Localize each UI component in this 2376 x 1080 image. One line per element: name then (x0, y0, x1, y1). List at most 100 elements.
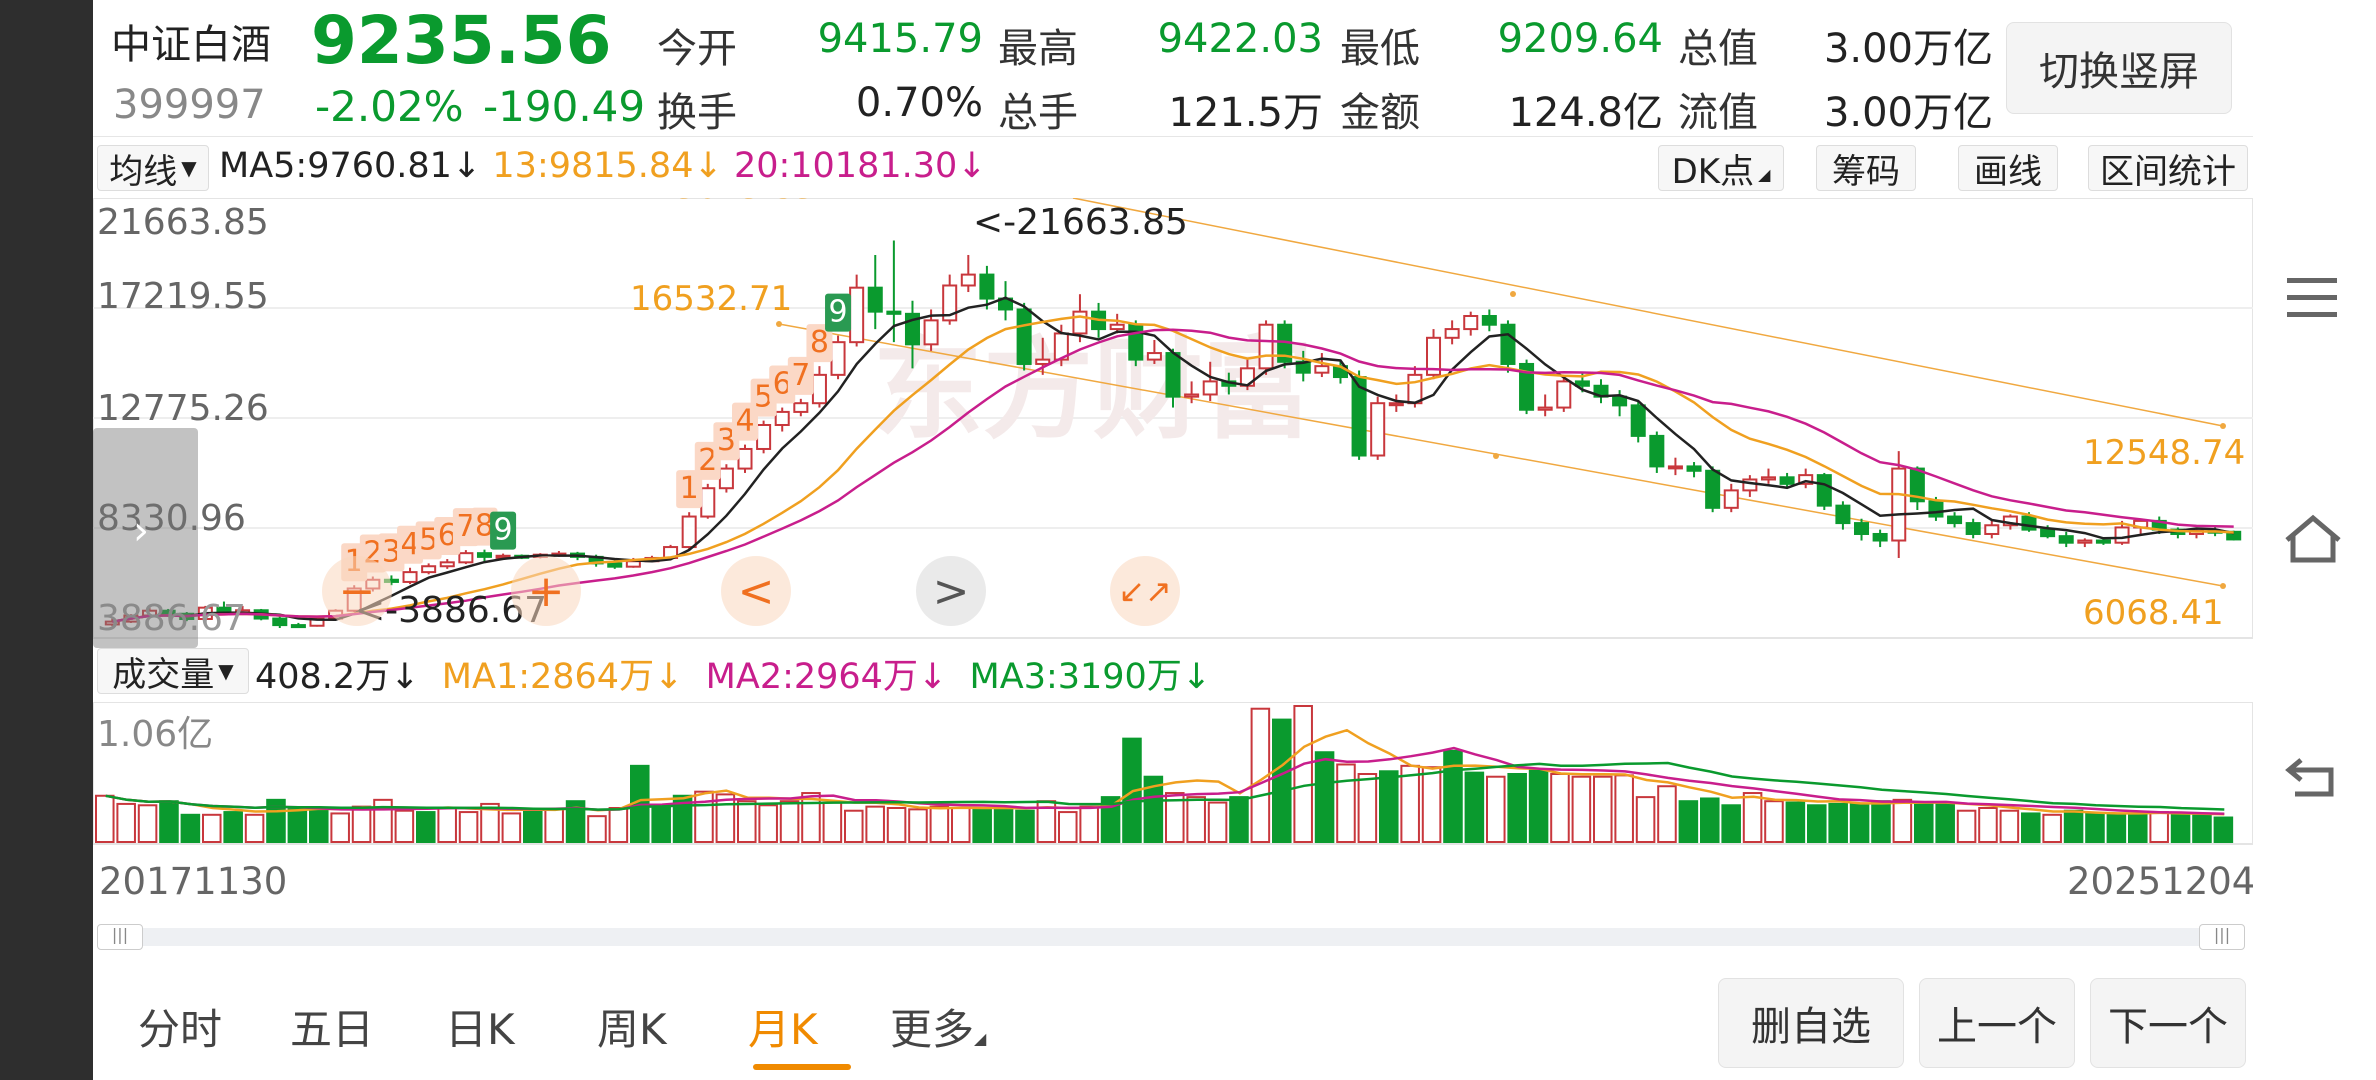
candle (1909, 466, 1925, 511)
candle (1630, 401, 1646, 443)
volume-bar (1593, 775, 1613, 843)
shrink-control[interactable]: ↙↗ (1110, 556, 1180, 626)
volume-bar (1914, 802, 1934, 843)
tab-more[interactable]: 更多◢ (890, 996, 986, 1057)
candle (1667, 457, 1683, 476)
td-number: 7 (791, 358, 810, 393)
volume-selector[interactable]: 成交量 ▼ (97, 648, 249, 695)
switch-portrait-button[interactable]: 切换竖屏 (2006, 22, 2232, 114)
range-stats-button[interactable]: 区间统计 (2088, 145, 2248, 192)
candle (700, 483, 716, 519)
tab-monthly-k[interactable]: 月K (748, 996, 818, 1057)
back-icon[interactable] (2285, 754, 2341, 800)
range-scrollbar[interactable]: ||| ||| (97, 924, 2245, 950)
ma13-value: 13:9815.84 (492, 146, 694, 186)
collapse-control[interactable]: − (322, 556, 392, 626)
candle (1351, 370, 1367, 460)
candle (681, 512, 697, 550)
volume-bar (1807, 804, 1827, 843)
candle (1537, 394, 1553, 417)
volume-bar (1849, 802, 1870, 843)
volume-bar (394, 809, 415, 844)
tab-weekly-k[interactable]: 周K (597, 996, 667, 1057)
volume-ma2: MA2:2964万 (705, 657, 918, 697)
channel-label-left: 16532.71 (630, 279, 792, 319)
open-label: 今开 (657, 26, 737, 72)
candle (830, 335, 846, 380)
candle (1370, 396, 1386, 460)
candle (1444, 320, 1460, 345)
left-system-bar (0, 0, 93, 1080)
volume-bar (865, 805, 885, 843)
chevron-right-icon: › (133, 508, 149, 554)
low-label: 最低 (1340, 26, 1420, 72)
volume-bar (437, 807, 457, 843)
cropped-top-label: 23613.83 (653, 198, 815, 207)
volume-bar (1657, 785, 1677, 843)
plus-icon: + (527, 565, 565, 617)
volume-y-label: 1.06亿 (97, 714, 213, 755)
volume-bar (1892, 798, 1913, 843)
volume-bar (2106, 813, 2127, 844)
volume-ma-lines (105, 728, 2225, 816)
dk-point-label: DK点 (1671, 151, 1755, 192)
volume-bar (1293, 705, 1313, 843)
dk-point-button[interactable]: DK点 ◢ (1658, 145, 1784, 192)
volume-bar (1207, 801, 1228, 843)
ma-selector[interactable]: 均线 ▼ (97, 145, 209, 192)
candle (1500, 320, 1516, 373)
candle (1686, 462, 1702, 478)
previous-button[interactable]: 上一个 (1919, 978, 2075, 1068)
volume-bar (972, 807, 992, 843)
draw-line-button[interactable]: 画线 (1958, 145, 2058, 192)
td-number: 9 (494, 513, 513, 548)
volume-bar (1400, 764, 1420, 844)
td-marker: 7 (787, 356, 814, 395)
volume-chart[interactable]: 1.06亿 (93, 702, 2253, 846)
volume-bar (309, 807, 329, 843)
volume-bar (1678, 800, 1699, 843)
home-icon[interactable] (2283, 514, 2343, 564)
stock-code: 399997 (113, 82, 266, 128)
candle (867, 254, 883, 330)
td-marker: 9 (825, 293, 852, 332)
amount-value: 124.8亿 (1508, 90, 1663, 136)
volume-bar (2192, 813, 2212, 844)
remove-watchlist-button[interactable]: 删自选 (1718, 978, 1904, 1068)
prev-control[interactable]: < (721, 556, 791, 626)
candle (1016, 302, 1032, 371)
tab-daily-k[interactable]: 日K (445, 996, 515, 1057)
volume-bar (1828, 802, 1848, 843)
chips-button[interactable]: 筹码 (1816, 145, 1916, 192)
volume-bar (844, 809, 864, 844)
next-control[interactable]: > (916, 556, 986, 626)
candle (1332, 359, 1348, 384)
volume-bar (2063, 809, 2084, 844)
side-panel-handle[interactable]: › (93, 428, 198, 648)
high-label: 最高 (998, 26, 1078, 72)
volume-selector-label: 成交量 (112, 654, 215, 695)
volume-bar (2021, 812, 2041, 844)
add-control[interactable]: + (511, 556, 581, 626)
volume-bar (2128, 812, 2148, 844)
volume-bar (1764, 800, 1784, 843)
chevron-left-icon: < (737, 565, 775, 617)
candle (1760, 468, 1776, 484)
candle (1519, 359, 1535, 415)
scroll-handle-left[interactable]: ||| (97, 924, 143, 950)
candle (1277, 320, 1293, 369)
menu-icon[interactable] (2287, 278, 2337, 318)
scroll-handle-right[interactable]: ||| (2199, 924, 2245, 950)
volume-bar (758, 804, 778, 843)
volume-bar (2085, 812, 2105, 844)
tab-five-day[interactable]: 五日 (290, 996, 374, 1057)
tab-intraday[interactable]: 分时 (138, 996, 222, 1057)
volume-bar (1421, 766, 1442, 843)
candle (272, 616, 288, 628)
volume-bar (908, 808, 928, 843)
shrink-icon: ↙↗ (1118, 572, 1172, 610)
next-button[interactable]: 下一个 (2090, 978, 2246, 1068)
td-number: 9 (828, 295, 847, 330)
volume-bar (779, 800, 800, 843)
change-amount: -190.49 (483, 82, 646, 131)
